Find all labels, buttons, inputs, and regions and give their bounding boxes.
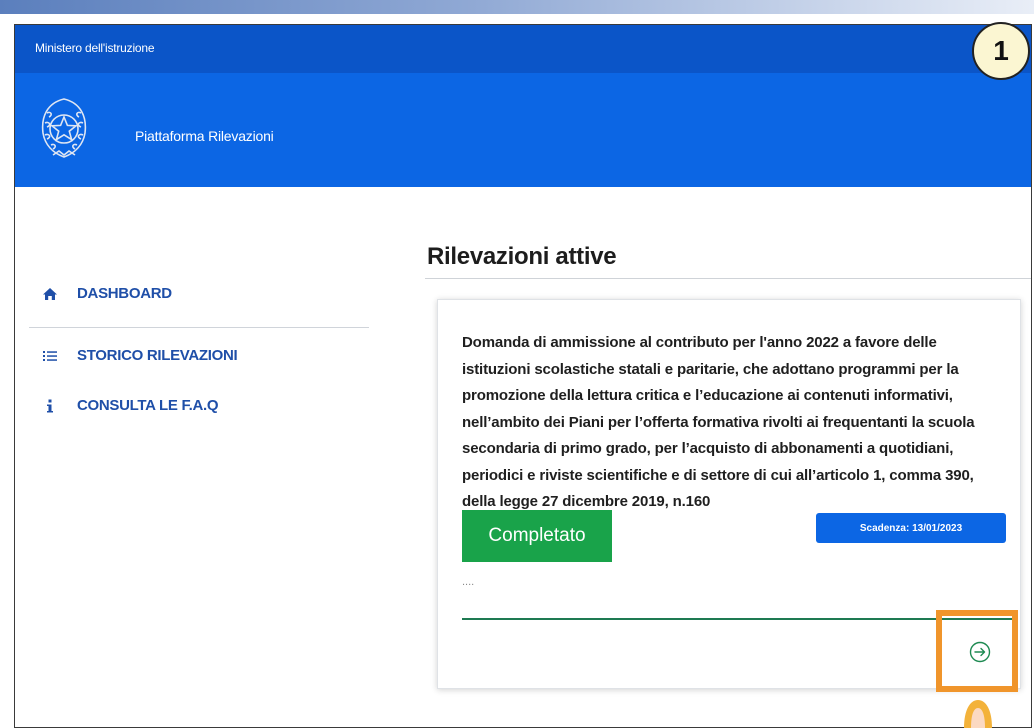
- card-ellipsis: ....: [462, 576, 475, 588]
- platform-name[interactable]: Piattaforma Rilevazioni: [135, 128, 274, 144]
- page-title: Rilevazioni attive: [427, 243, 617, 270]
- title-divider: [425, 278, 1031, 279]
- home-icon: [41, 286, 59, 302]
- slim-header: Ministero dell'istruzione: [15, 25, 1031, 73]
- sidebar-item-dashboard[interactable]: DASHBOARD: [41, 285, 172, 302]
- highlight-box: [936, 610, 1018, 692]
- browser-frame: Ministero dell'istruzione Piattaforma Ri…: [14, 24, 1032, 728]
- main-header: Piattaforma Rilevazioni: [15, 73, 1031, 187]
- step-number-badge: 1: [972, 22, 1030, 80]
- status-badge: Completato: [462, 510, 612, 562]
- sidebar-item-label: DASHBOARD: [77, 285, 172, 302]
- sidebar-divider: [29, 327, 369, 328]
- survey-description: Domanda di ammissione al contributo per …: [462, 334, 975, 510]
- top-gradient-bar: [0, 0, 1034, 14]
- info-icon: [41, 398, 59, 414]
- sidebar-item-label: CONSULTA LE F.A.Q: [77, 397, 219, 414]
- card-divider: [462, 618, 1012, 620]
- sidebar-item-label: STORICO RILEVAZIONI: [77, 347, 238, 364]
- emblem-icon[interactable]: [35, 93, 93, 161]
- deadline-badge: Scadenza: 13/01/2023: [816, 513, 1006, 543]
- survey-card: Domanda di ammissione al contributo per …: [437, 299, 1021, 689]
- list-icon: [41, 348, 59, 364]
- ministry-label: Ministero dell'istruzione: [35, 41, 155, 55]
- sidebar: DASHBOARD STORICO RILEVAZIONI CONSULTA L…: [15, 187, 375, 587]
- finger-pointer-icon: [960, 696, 996, 728]
- sidebar-item-storico-rilevazioni[interactable]: STORICO RILEVAZIONI: [41, 347, 238, 364]
- sidebar-item-consulta-faq[interactable]: CONSULTA LE F.A.Q: [41, 397, 219, 414]
